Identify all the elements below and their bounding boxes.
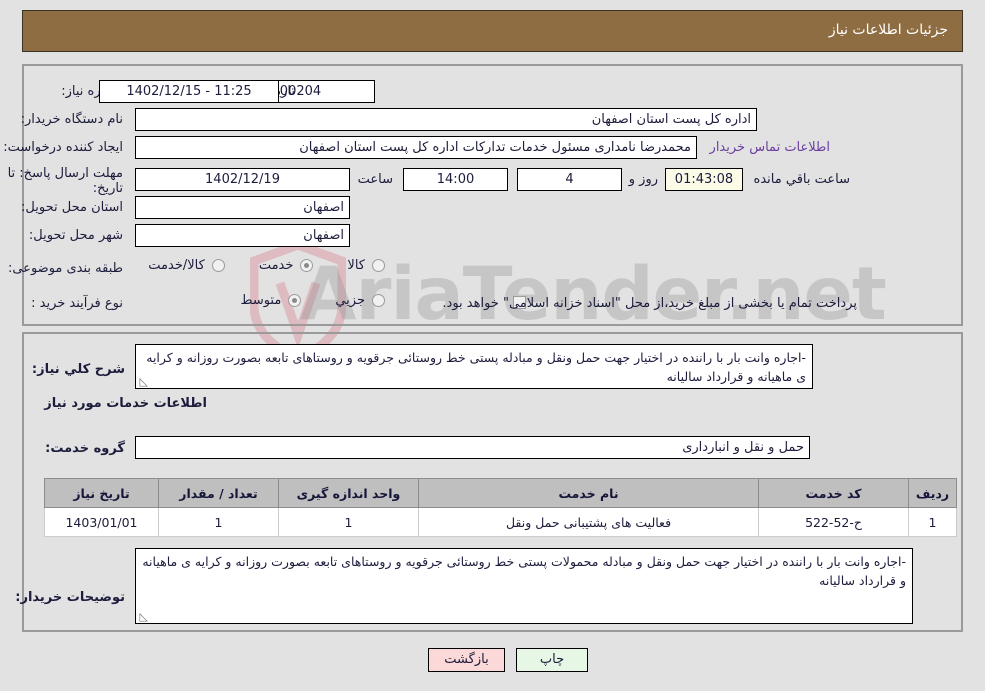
resize-grip-icon[interactable]: ◺ [138, 611, 148, 622]
service-group-label: گروه خدمت: [45, 441, 125, 456]
purchase-process-option-0[interactable]: جزیي [335, 293, 385, 308]
table-row: 1 ح-52-522 فعالیت های پشتیبانی حمل ونقل 1 1 1… [44, 507, 957, 537]
service-group-value: حمل و نقل و انبارداری [135, 436, 810, 459]
days-remaining-value: 4 [517, 168, 622, 191]
buyer-org-label: نام دستگاه خریدار: [20, 112, 123, 127]
purchase-process-option-label: جزیي [335, 293, 365, 308]
radio-selected-icon[interactable] [288, 294, 302, 307]
subject-category-label: طبقه بندی موضوعی: [7, 261, 123, 276]
general-description-textarea[interactable]: -اجاره وانت بار با راننده در اختیار جهت … [135, 344, 813, 389]
deadline-date-value: 1402/12/19 [135, 168, 350, 191]
table-column-header-5: تاریخ نیاز [44, 478, 159, 508]
buyer-org-value: اداره کل پست استان اصفهان [135, 108, 757, 131]
service-items-table: ردیف کد خدمت نام خدمت واحد اندازه گیری تعداد… [44, 478, 957, 537]
requester-value: محمدرضا نامداری مسئول خدمات تدارکات ادار… [135, 136, 697, 159]
table-cell-unit: 1 [278, 507, 419, 537]
subject-category-option-label: کالا/خدمت [148, 258, 205, 273]
subject-category-option-0[interactable]: کالا [347, 258, 385, 273]
table-cell-quantity: 1 [158, 507, 279, 537]
services-info-heading: اطلاعات خدمات مورد نیاز [44, 396, 207, 411]
treasury-docs-note: پرداخت تمام یا بخشی از مبلغ خرید،از محل … [442, 296, 857, 311]
delivery-province-value: اصفهان [135, 196, 350, 219]
requester-label: ایجاد کننده درخواست: [3, 140, 123, 155]
subject-category-option-1[interactable]: خدمت [259, 258, 314, 273]
purchase-process-radio-group[interactable]: جزیي متوسط [240, 293, 385, 308]
service-items-table-wrapper: ردیف کد خدمت نام خدمت واحد اندازه گیری تعداد… [44, 478, 957, 537]
purchase-process-option-label: متوسط [240, 293, 282, 308]
page-header-bar: جزئیات اطلاعات نیاز [22, 10, 963, 52]
subject-category-radio-group[interactable]: کالا خدمت کالا/خدمت [148, 258, 385, 273]
radio-unselected-icon[interactable] [372, 259, 385, 272]
deadline-time-value: 14:00 [403, 168, 508, 191]
countdown-label: ساعت باقي مانده [753, 172, 850, 187]
countdown-value: 01:43:08 [665, 168, 743, 191]
general-description-text: -اجاره وانت بار با راننده در اختیار جهت … [146, 350, 806, 384]
radio-unselected-icon[interactable] [372, 294, 385, 307]
delivery-province-label: استان محل تحویل: [21, 200, 123, 215]
table-column-header-3: واحد اندازه گیری [278, 478, 419, 508]
buyer-notes-label: توضیحات خریدار: [15, 590, 125, 605]
table-column-header-2: نام خدمت [418, 478, 759, 508]
radio-selected-icon[interactable] [300, 259, 314, 272]
deadline-label: مهلت ارسال پاسخ: تا تاریخ: [7, 166, 123, 196]
table-column-header-1: کد خدمت [758, 478, 909, 508]
table-column-header-0: ردیف [908, 478, 957, 508]
buyer-notes-textarea[interactable]: -اجاره وانت بار با راننده در اختیار جهت … [135, 548, 913, 624]
resize-grip-icon[interactable]: ◺ [138, 376, 148, 387]
purchase-process-option-1[interactable]: متوسط [240, 293, 302, 308]
purchase-process-label: نوع فرآیند خرید : [31, 296, 123, 311]
radio-unselected-icon[interactable] [211, 259, 225, 272]
print-button[interactable]: چاپ [516, 648, 588, 672]
delivery-city-value: اصفهان [135, 224, 350, 247]
buyer-notes-text: -اجاره وانت بار با راننده در اختیار جهت … [142, 554, 906, 588]
table-cell-name: فعالیت های پشتیبانی حمل ونقل [418, 507, 759, 537]
announce-datetime-value: 11:25 - 1402/12/15 [99, 80, 279, 103]
back-button[interactable]: بازگشت [428, 648, 505, 672]
page-title: جزئیات اطلاعات نیاز [828, 22, 948, 38]
table-header-row: ردیف کد خدمت نام خدمت واحد اندازه گیری تعداد… [44, 478, 957, 508]
subject-category-option-label: خدمت [258, 258, 294, 273]
subject-category-option-2[interactable]: کالا/خدمت [148, 258, 225, 273]
table-cell-need-date: 1403/01/01 [44, 507, 159, 537]
table-cell-row: 1 [908, 507, 957, 537]
table-cell-code: ح-52-522 [758, 507, 909, 537]
deadline-time-label: ساعت [357, 172, 393, 187]
table-column-header-4: تعداد / مقدار [158, 478, 279, 508]
page-root: AriaTender.net جزئیات اطلاعات نیاز شماره… [0, 0, 985, 691]
days-remaining-label: روز و [628, 172, 658, 187]
subject-category-option-label: کالا [347, 258, 365, 273]
general-description-label: شرح کلي نیاز: [31, 362, 125, 377]
need-info-panel [22, 64, 963, 326]
buyer-contact-link[interactable]: اطلاعات تماس خریدار [710, 140, 830, 155]
delivery-city-label: شهر محل تحویل: [28, 228, 123, 243]
